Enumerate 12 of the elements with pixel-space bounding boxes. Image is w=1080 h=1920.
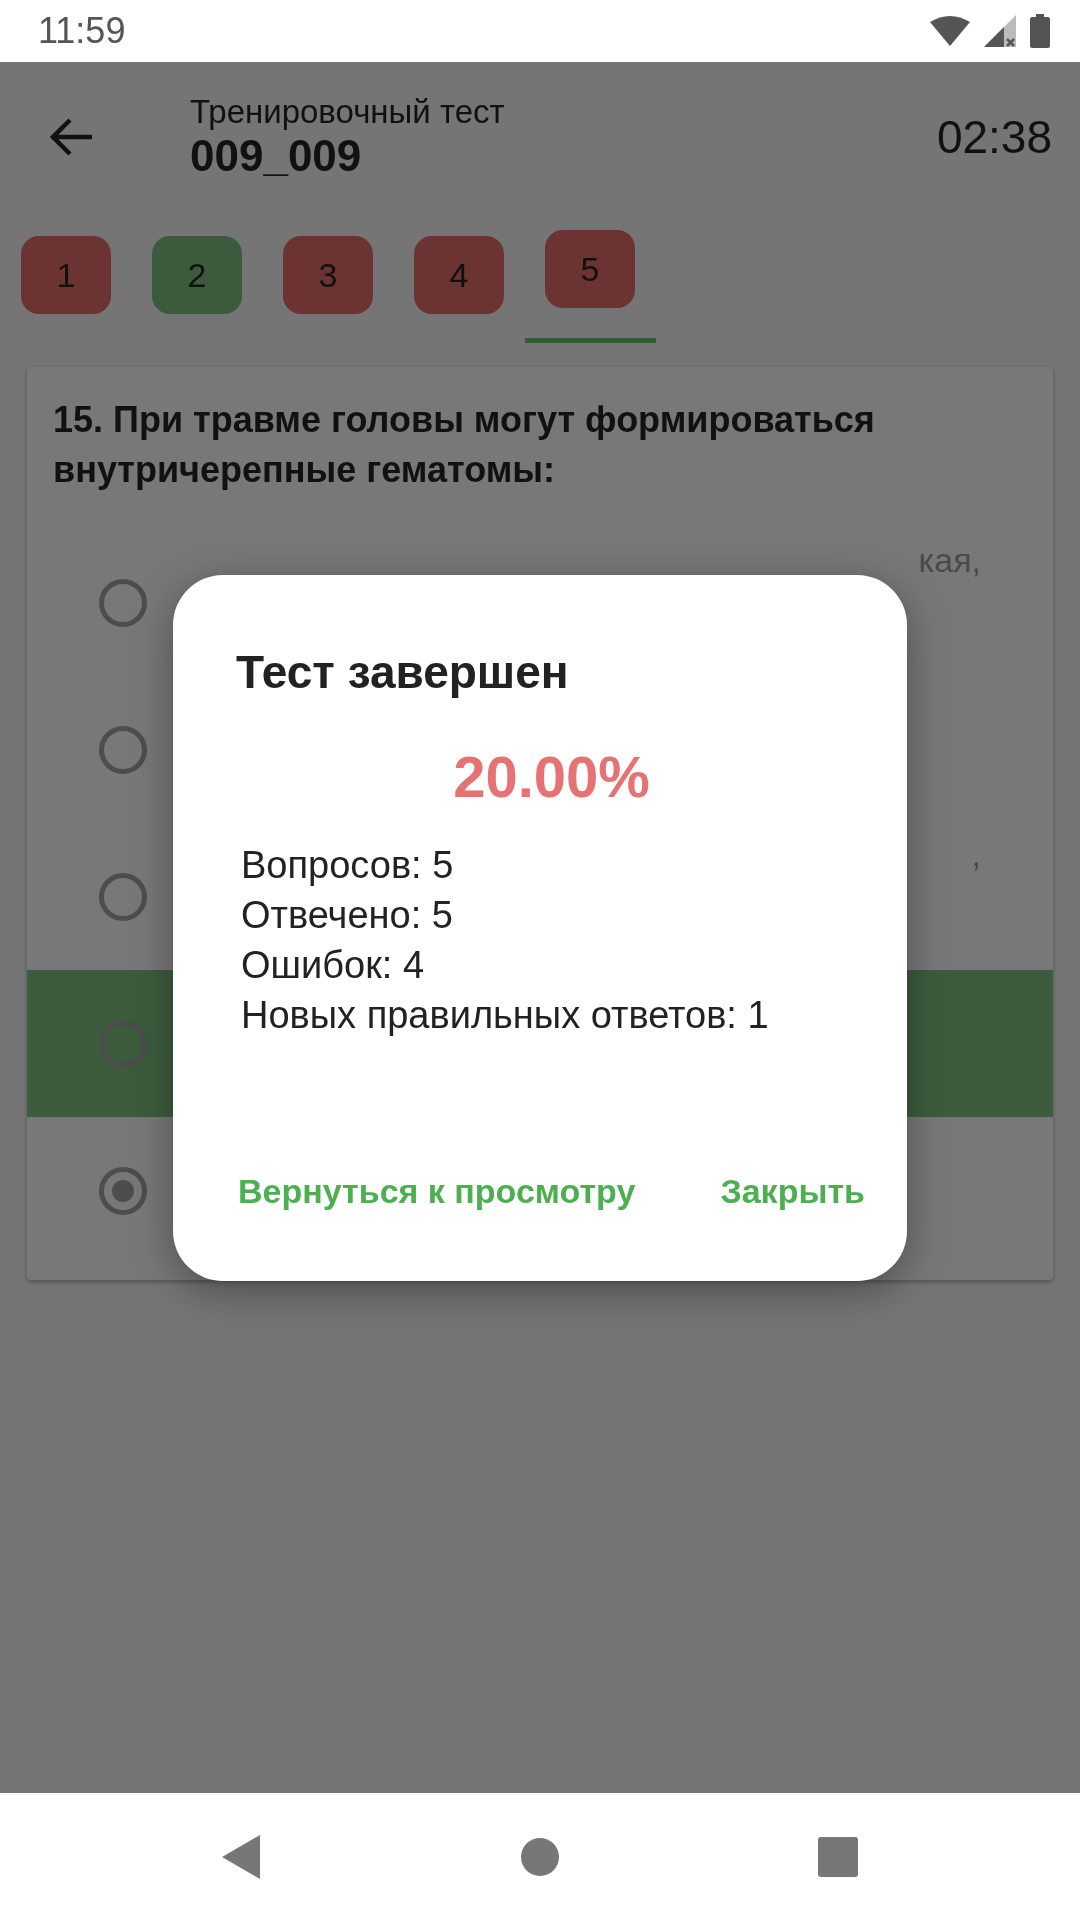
- dialog-title: Тест завершен: [236, 645, 570, 699]
- test-title: 009_009: [190, 131, 363, 181]
- test-subtitle: Тренировочный тест: [190, 93, 506, 131]
- stat-line: Отвечено: 5: [241, 893, 454, 938]
- stat-line: Новых правильных ответов: 1: [241, 993, 770, 1038]
- question-text: 15. При травме головы могут формироваться внутричерепные гематомы:: [52, 398, 876, 492]
- score-percent: 20.00%: [452, 743, 651, 810]
- option-text: ,: [971, 835, 981, 874]
- timer: 02:38: [936, 110, 1052, 164]
- status-time: 11:59: [38, 10, 126, 52]
- stat-line: Ошибок: 4: [241, 943, 426, 988]
- stat-line: Вопросов: 5: [241, 843, 455, 888]
